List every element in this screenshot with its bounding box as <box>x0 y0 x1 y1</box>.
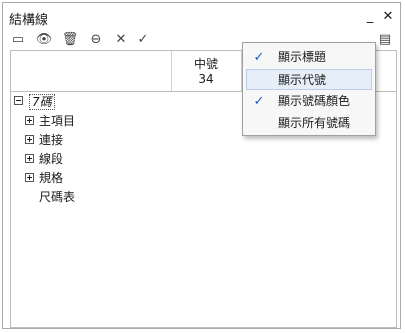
check-icon: ✓ <box>253 50 265 65</box>
tree-item-label: 規格 <box>39 171 64 185</box>
eye-icon[interactable]: 👁 <box>33 31 55 49</box>
tree-root-label: 7碼 <box>29 94 55 110</box>
list-view-icon[interactable]: ▭ <box>9 31 27 49</box>
menu-item-show-number-color[interactable]: ✓ 顯示號碼顏色 <box>246 91 372 112</box>
menu-item-show-all-numbers[interactable]: 顯示所有號碼 <box>246 113 372 134</box>
column-divider <box>171 51 172 91</box>
close-button[interactable]: ✕ <box>381 9 395 25</box>
options-menu-icon[interactable]: ▤ <box>375 31 395 49</box>
check-icon: ✓ <box>253 94 265 109</box>
check-icon[interactable]: ✓ <box>135 31 151 49</box>
size-column-name: 中號 <box>193 57 218 71</box>
expand-icon[interactable] <box>25 154 34 163</box>
menu-item-label: 顯示號碼顏色 <box>278 94 351 108</box>
menu-item-show-title[interactable]: ✓ 顯示標題 <box>246 47 372 68</box>
tree-item-label: 主項目 <box>39 114 76 128</box>
collapse-icon[interactable] <box>14 96 23 105</box>
menu-item-label: 顯示標題 <box>278 50 327 64</box>
tree-item-main[interactable]: 主項目 <box>25 112 145 130</box>
size-column-header[interactable]: 中號 34 <box>176 57 236 87</box>
tree-item-label: 連接 <box>39 133 64 147</box>
display-options-menu: ✓ 顯示標題 顯示代號 ✓ 顯示號碼顏色 顯示所有號碼 <box>242 42 376 136</box>
expand-icon[interactable] <box>25 173 34 182</box>
tree-item-label: 線段 <box>39 152 64 166</box>
link-icon[interactable]: ⊖ <box>85 31 107 49</box>
menu-item-show-code[interactable]: 顯示代號 <box>246 69 372 90</box>
menu-item-label: 顯示代號 <box>278 73 327 87</box>
tree-item-segment[interactable]: 線段 <box>25 150 145 168</box>
panel-title: 結構線 <box>9 13 49 28</box>
tree-item-label: 尺碼表 <box>39 190 76 204</box>
expand-icon[interactable] <box>25 116 34 125</box>
minimize-button[interactable]: _ <box>363 9 377 25</box>
tree-item-size-chart[interactable]: 尺碼表 <box>25 188 145 206</box>
trash-icon[interactable]: 🗑 <box>61 31 79 49</box>
tree-item-connection[interactable]: 連接 <box>25 131 145 149</box>
close-icon[interactable]: ✕ <box>113 31 129 49</box>
tree-root[interactable]: 7碼 <box>13 92 133 110</box>
title-bar: 結構線 _ ✕ <box>7 9 397 28</box>
tree-item-spec[interactable]: 規格 <box>25 169 145 187</box>
expand-icon[interactable] <box>25 135 34 144</box>
size-column-number: 34 <box>198 72 214 86</box>
menu-item-label: 顯示所有號碼 <box>278 116 351 130</box>
